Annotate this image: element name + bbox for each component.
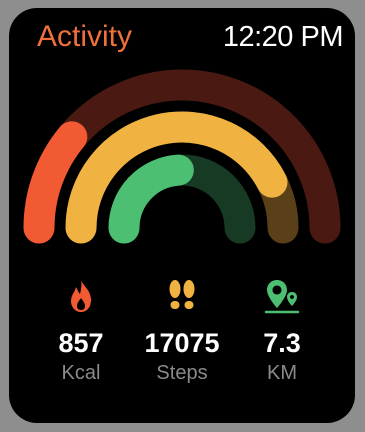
distance-label: KM [267, 362, 297, 384]
distance-stat[interactable]: 7.3 KM [232, 276, 332, 384]
watch-screen: Activity 12:20 PM 857 Kcal 17075 Steps 7… [9, 8, 355, 423]
distance-ring-progress [108, 154, 194, 244]
map-pin-icon [264, 280, 300, 314]
activity-rings [23, 69, 341, 244]
footprints-icon [169, 280, 195, 309]
steps-label: Steps [156, 362, 208, 384]
distance-value: 7.3 [263, 328, 301, 358]
steps-stat[interactable]: 17075 Steps [132, 276, 232, 384]
flame-icon [71, 280, 91, 312]
calories-stat[interactable]: 857 Kcal [31, 276, 131, 384]
calories-label: Kcal [61, 362, 101, 384]
steps-value: 17075 [144, 328, 220, 358]
calories-value: 857 [58, 328, 104, 358]
